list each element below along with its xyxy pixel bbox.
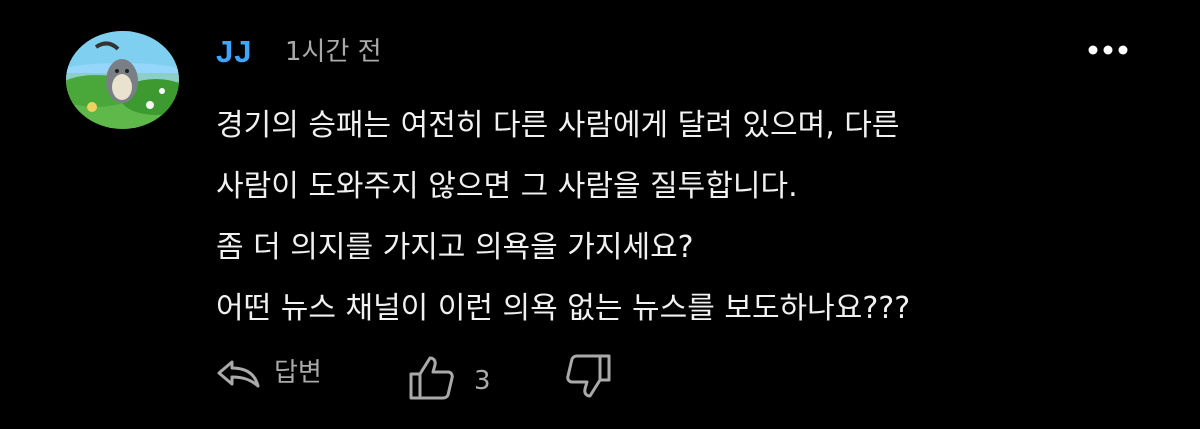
like-count: 3 [474, 366, 491, 396]
more-options-button[interactable] [1086, 32, 1130, 68]
avatar[interactable] [66, 31, 179, 129]
comment-line: 경기의 승패는 여전히 다른 사람에게 달려 있으며, 다른 [216, 108, 900, 143]
reply-label: 답변 [274, 358, 322, 388]
comment-line: 어떤 뉴스 채널이 이런 의욕 없는 뉴스를 보도하나요??? [216, 291, 911, 326]
comment-text: 경기의 승패는 여전히 다른 사람에게 달려 있으며, 다른 사람이 도와주지 … [216, 95, 1176, 339]
reply-arrow-icon [217, 360, 260, 388]
comment-timestamp[interactable]: 1시간 전 [285, 35, 382, 69]
thumbs-down-icon [566, 354, 611, 398]
thumbs-up-icon [409, 356, 454, 400]
reply-button[interactable]: 답변 [214, 356, 322, 390]
comment-line: 좀 더 의지를 가지고 의욕을 가지세요? [216, 230, 694, 265]
like-button[interactable] [406, 353, 456, 403]
comment-author[interactable]: JJ [216, 34, 252, 70]
dislike-button[interactable] [562, 350, 614, 406]
comment-line: 사람이 도와주지 않으면 그 사람을 질투합니다. [216, 169, 798, 204]
more-options-icon [1088, 45, 1128, 55]
